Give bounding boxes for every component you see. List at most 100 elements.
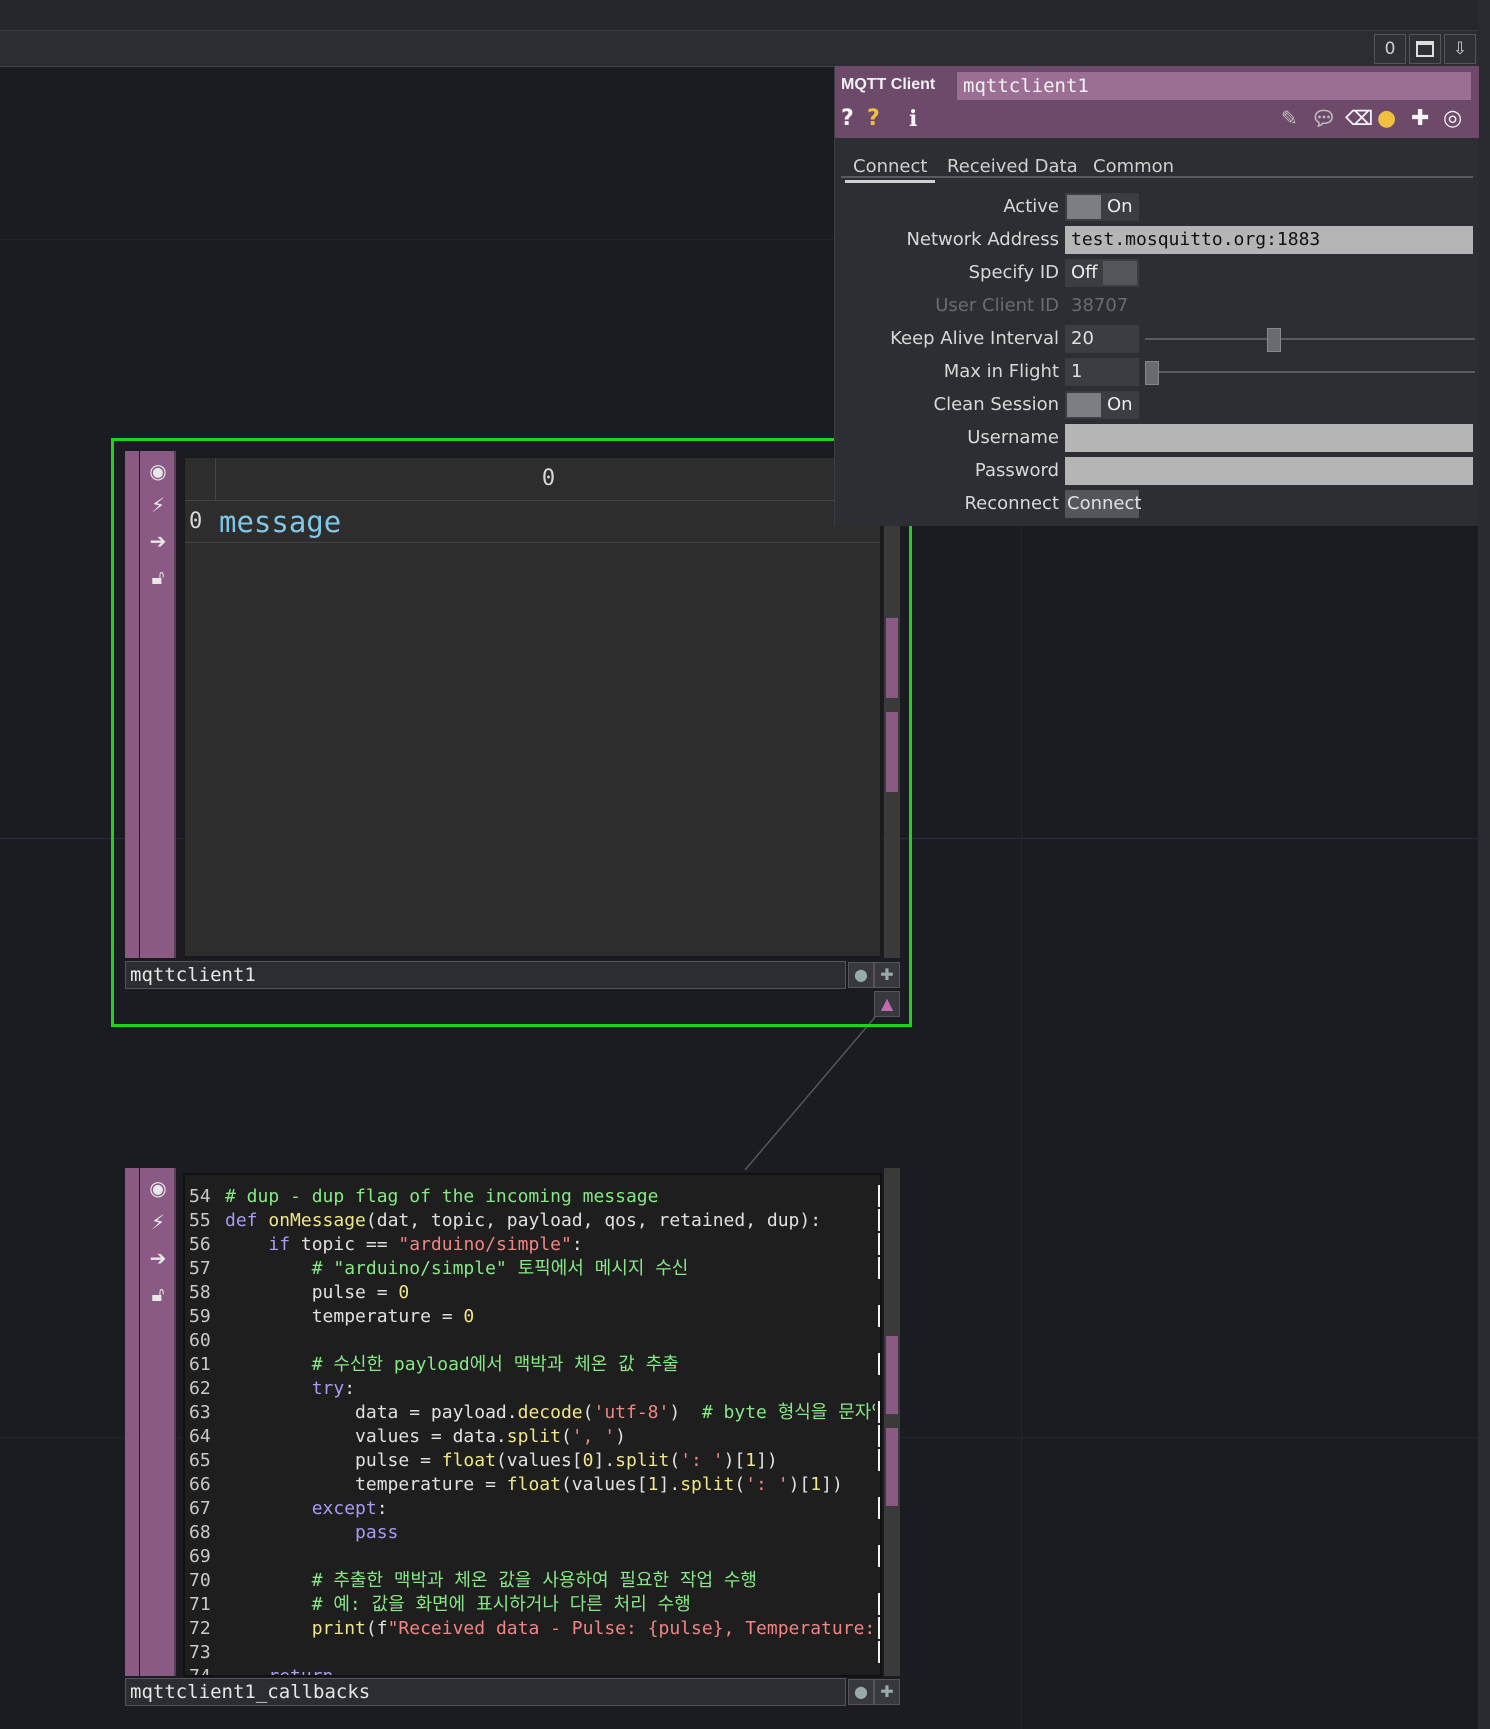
line-number: 63 — [189, 1402, 211, 1423]
help-icon[interactable]: ? — [841, 106, 854, 131]
line-number: 60 — [189, 1330, 211, 1351]
code-line[interactable]: 65 pulse = float(values[0].split(': ')[1… — [185, 1449, 875, 1473]
reconnect-button[interactable]: Connect — [1065, 490, 1141, 518]
code-line[interactable]: 59 temperature = 0 — [185, 1305, 875, 1329]
scroll-thumb[interactable] — [886, 1428, 898, 1506]
line-number: 58 — [189, 1282, 211, 1303]
line-overflow-marker — [878, 1233, 880, 1255]
clean-session-toggle[interactable]: On — [1065, 391, 1139, 419]
line-overflow-marker — [878, 1425, 880, 1447]
vertical-scrollbar[interactable] — [884, 1168, 900, 1676]
scroll-thumb[interactable] — [886, 712, 898, 792]
line-overflow-marker — [878, 1209, 880, 1231]
node-left-edge — [125, 451, 139, 958]
network-address-field[interactable]: test.mosquitto.org:1883 — [1065, 226, 1473, 254]
table-header-row: 0 — [185, 458, 880, 501]
code-line[interactable]: 67 except: — [185, 1497, 875, 1521]
table-cell[interactable]: message — [219, 502, 341, 542]
code-line[interactable]: 56 if topic == "arduino/simple": — [185, 1233, 875, 1257]
status-dot-icon[interactable]: ● — [848, 1679, 874, 1705]
eraser-icon[interactable]: ⌫ — [1345, 106, 1373, 130]
scroll-thumb[interactable] — [886, 1336, 898, 1414]
node-name-bar[interactable]: mqttclient1_callbacks — [125, 1678, 846, 1706]
python-icon[interactable]: ● — [1377, 106, 1396, 131]
scroll-thumb[interactable] — [886, 618, 898, 698]
keep-alive-slider-handle[interactable] — [1267, 328, 1281, 352]
code-line[interactable]: 58 pulse = 0 — [185, 1281, 875, 1305]
bypass-icon[interactable]: ⚡ — [146, 493, 170, 517]
code-text: pulse = 0 — [225, 1282, 410, 1303]
max-in-flight-slider[interactable] — [1145, 371, 1475, 373]
code-line[interactable]: 71 # 예: 값을 화면에 표시하거나 다른 처리 수행 — [185, 1593, 875, 1617]
tab-received-data[interactable]: Received Data — [939, 154, 1086, 180]
info-icon[interactable]: i — [909, 106, 917, 132]
line-overflow-marker — [878, 1617, 880, 1639]
code-text: # 수신한 payload에서 맥박과 체온 값 추출 — [311, 1354, 679, 1375]
code-line[interactable]: 55 def onMessage(dat, topic, payload, qos… — [185, 1209, 875, 1233]
code-editor[interactable]: 54 # dup - dup flag of the incoming messa… — [183, 1173, 882, 1677]
code-line[interactable]: 54 # dup - dup flag of the incoming messa… — [185, 1185, 875, 1209]
operator-type: MQTT Client — [841, 76, 936, 93]
username-field[interactable] — [1065, 424, 1473, 452]
code-text: # 예: 값을 화면에 표시하거나 다른 처리 수행 — [311, 1594, 691, 1615]
plus-icon[interactable]: ✚ — [874, 962, 900, 988]
python-help-icon[interactable]: ? — [867, 106, 880, 131]
line-number: 65 — [189, 1450, 211, 1471]
toggle-value: On — [1107, 196, 1133, 217]
comment-icon[interactable]: 💬︎ — [1311, 106, 1336, 130]
plus-icon[interactable]: ✚ — [874, 1679, 900, 1705]
table-row[interactable]: 0 message — [185, 502, 880, 543]
viewer-icon[interactable]: ◉ — [146, 459, 170, 483]
code-text: try: — [311, 1378, 356, 1399]
operator-name-field[interactable]: mqttclient1 — [957, 72, 1471, 100]
code-line[interactable]: 57 # "arduino/simple" 토픽에서 메시지 수신 — [185, 1257, 875, 1281]
arrow-right-icon[interactable]: ➔ — [146, 1246, 170, 1270]
code-text: except: — [311, 1498, 388, 1519]
viewer-icon[interactable]: ◉ — [146, 1176, 170, 1200]
arrow-right-icon[interactable]: ➔ — [146, 529, 170, 553]
line-number: 70 — [189, 1570, 211, 1591]
param-label-max-in-flight: Max in Flight — [943, 361, 1059, 382]
specify-id-toggle[interactable]: Off — [1065, 259, 1139, 287]
pencil-icon[interactable]: ✎ — [1281, 106, 1298, 130]
code-line[interactable]: 61 # 수신한 payload에서 맥박과 체온 값 추출 — [185, 1353, 875, 1377]
code-line[interactable]: 72 print(f"Received data - Pulse: {pulse… — [185, 1617, 875, 1641]
code-line[interactable]: 62 try: — [185, 1377, 875, 1401]
lock-icon[interactable]: 🔓︎ — [146, 565, 170, 589]
toggle-value: Off — [1071, 262, 1098, 283]
code-line[interactable]: 68 pass — [185, 1521, 875, 1545]
line-overflow-marker — [878, 1497, 880, 1519]
node-name-bar[interactable]: mqttclient1 — [125, 961, 846, 989]
line-overflow-marker — [878, 1305, 880, 1327]
keep-alive-field[interactable]: 20 — [1065, 325, 1139, 353]
max-in-flight-field[interactable]: 1 — [1065, 358, 1139, 386]
code-line[interactable]: 73 — [185, 1641, 875, 1665]
toggle-knob — [1067, 195, 1101, 219]
tab-common[interactable]: Common — [1085, 154, 1182, 180]
code-line[interactable]: 70 # 추출한 맥박과 체온 값을 사용하여 필요한 작업 수행 — [185, 1569, 875, 1593]
table-viewer[interactable]: 0 0 message — [183, 456, 882, 958]
code-line[interactable]: 64 values = data.split(', ') — [185, 1425, 875, 1449]
line-number: 55 — [189, 1210, 211, 1231]
plus-icon[interactable]: ✚ — [1411, 106, 1429, 131]
line-overflow-marker — [878, 1401, 880, 1423]
output-connector-icon[interactable]: ▲ — [874, 991, 900, 1017]
code-line[interactable]: 74 return — [185, 1665, 875, 1675]
max-in-flight-slider-handle[interactable] — [1145, 361, 1159, 385]
tab-connect[interactable]: Connect — [845, 154, 936, 183]
vertical-scrollbar[interactable] — [884, 456, 900, 958]
param-label-network-address: Network Address — [906, 229, 1059, 250]
code-line[interactable]: 60 — [185, 1329, 875, 1353]
code-line[interactable]: 66 temperature = float(values[1].split('… — [185, 1473, 875, 1497]
code-line[interactable]: 63 data = payload.decode('utf-8') # byte… — [185, 1401, 875, 1425]
active-toggle[interactable]: On — [1065, 193, 1139, 221]
lock-icon[interactable]: 🔓︎ — [146, 1282, 170, 1306]
bypass-icon[interactable]: ⚡ — [146, 1210, 170, 1234]
target-icon[interactable]: ◎ — [1443, 106, 1462, 131]
column-header: 0 — [215, 458, 881, 500]
code-line[interactable]: 69 — [185, 1545, 875, 1569]
password-field[interactable] — [1065, 457, 1473, 485]
line-overflow-marker — [878, 1185, 880, 1207]
keep-alive-slider[interactable] — [1145, 338, 1475, 340]
status-dot-icon[interactable]: ● — [848, 962, 874, 988]
